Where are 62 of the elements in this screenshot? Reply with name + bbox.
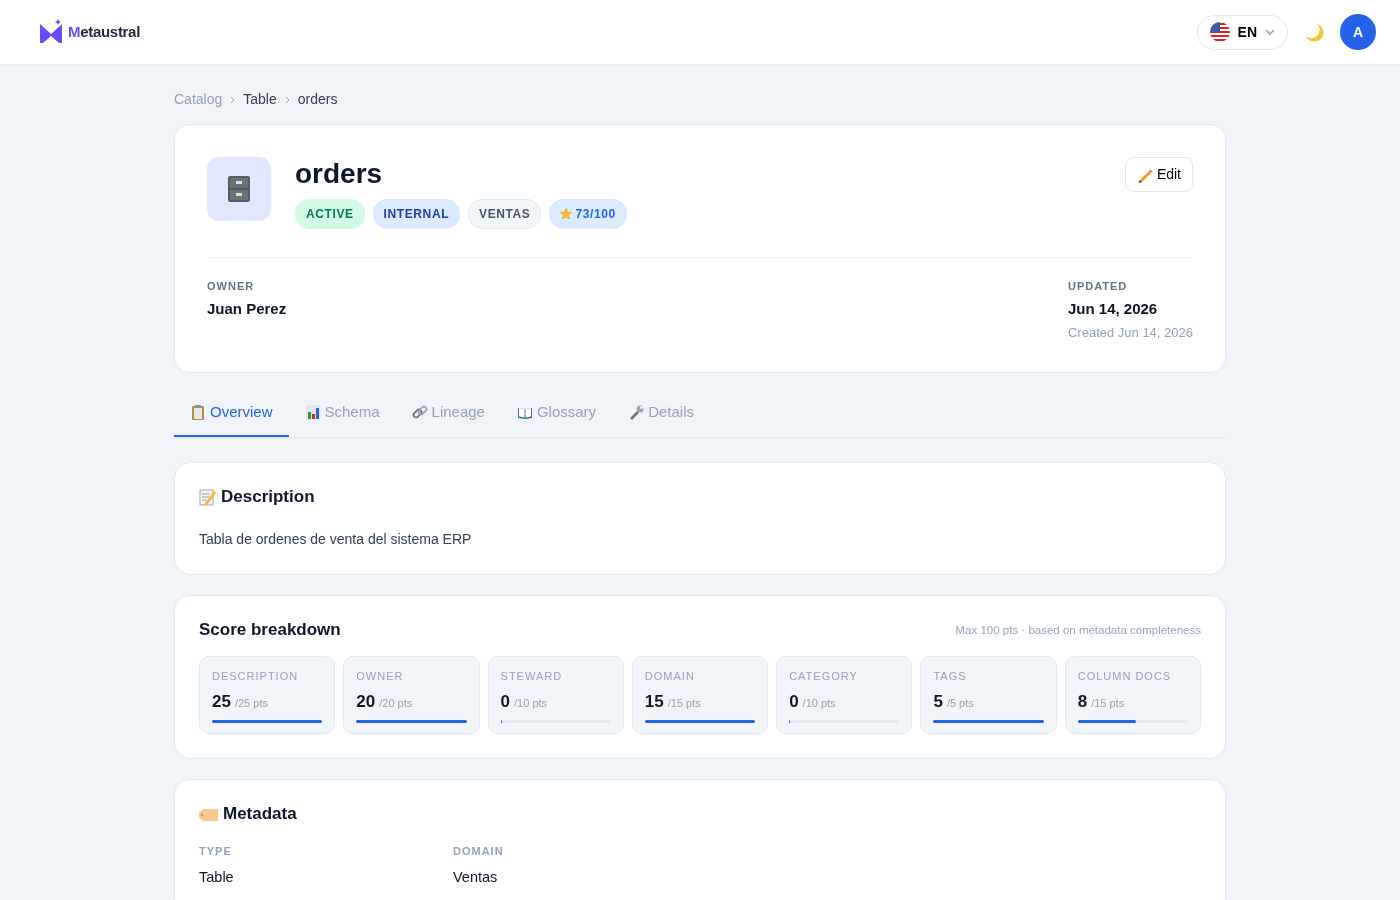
logo-icon (38, 19, 64, 45)
link-icon (411, 403, 428, 421)
moon-icon (1304, 22, 1324, 42)
chevron-right-icon (284, 95, 290, 104)
created-date: Created Jun 14, 2026 (1067, 323, 1193, 342)
description-text: Tabla de ordenes de venta del sistema ERP (199, 530, 473, 549)
tab[interactable]: Overview (174, 387, 289, 437)
field-label: UPDATED (1067, 278, 1129, 294)
user-avatar[interactable]: A (1340, 14, 1376, 50)
field-label: OWNER (207, 278, 256, 294)
score-label: STEWARD (500, 669, 564, 685)
field-value: Ventas (453, 868, 499, 888)
score-value: 8 (1077, 690, 1088, 713)
score-label: DESCRIPTION (212, 669, 300, 685)
score-value: 0 (789, 690, 799, 713)
breadcrumb-link[interactable]: Table (243, 89, 277, 110)
field-label: TYPE (199, 843, 233, 859)
score-max: /20 pts (379, 695, 413, 711)
theme-toggle[interactable] (1304, 22, 1324, 42)
chevron-right-icon (230, 95, 236, 104)
score-value: 20 (356, 690, 376, 713)
score-max: /25 pts (234, 695, 268, 711)
flag-icon (1209, 22, 1230, 42)
score-label: CATEGORY (789, 669, 859, 685)
chevron-down-icon (1265, 29, 1275, 35)
section-title: Metadata (199, 804, 1201, 825)
score-label: COLUMN DOCS (1077, 669, 1173, 685)
field-value: Table (199, 868, 235, 888)
star-icon (560, 207, 573, 220)
language-selector[interactable]: EN (1196, 14, 1288, 50)
bar-chart-icon (304, 403, 321, 421)
score-max: /15 pts (1091, 695, 1125, 711)
score-label: DOMAIN (644, 669, 696, 685)
owner-name: Juan Perez (207, 299, 287, 320)
updated-date: Jun 14, 2026 (1067, 299, 1159, 320)
score-label: TAGS (933, 669, 968, 685)
section-title: Description (199, 486, 1201, 507)
score-value: 25 (212, 690, 231, 713)
section-title: Score breakdown (199, 620, 341, 641)
score-label: OWNER (356, 669, 405, 685)
tag-badge: ACTIVE (295, 198, 365, 229)
score-value: 0 (500, 690, 511, 713)
tag-badge: VENTAS (468, 198, 542, 229)
score-max: /5 pts (946, 695, 974, 711)
score-value: 15 (644, 690, 664, 713)
score-max: /10 pts (802, 695, 836, 711)
score-note: Max 100 pts · based on metadata completeness (955, 622, 1201, 638)
memo-icon (199, 487, 217, 506)
clipboard-icon (190, 403, 206, 421)
wrench-icon (628, 403, 645, 421)
edit-button[interactable]: Edit (1124, 157, 1193, 192)
tag-badge: INTERNAL (372, 198, 461, 229)
breadcrumb-current: orders (297, 90, 338, 109)
brand-name: Metaustral (68, 21, 141, 42)
score-max: /10 pts (514, 695, 548, 711)
asset-title: orders (295, 157, 384, 191)
score-value: 5 (933, 690, 943, 713)
tag-icon (199, 807, 219, 822)
score-max: /15 pts (667, 695, 701, 711)
field-label: DOMAIN (453, 843, 505, 859)
asset-icon (207, 157, 271, 221)
score-badge: 73/100 (549, 198, 627, 229)
